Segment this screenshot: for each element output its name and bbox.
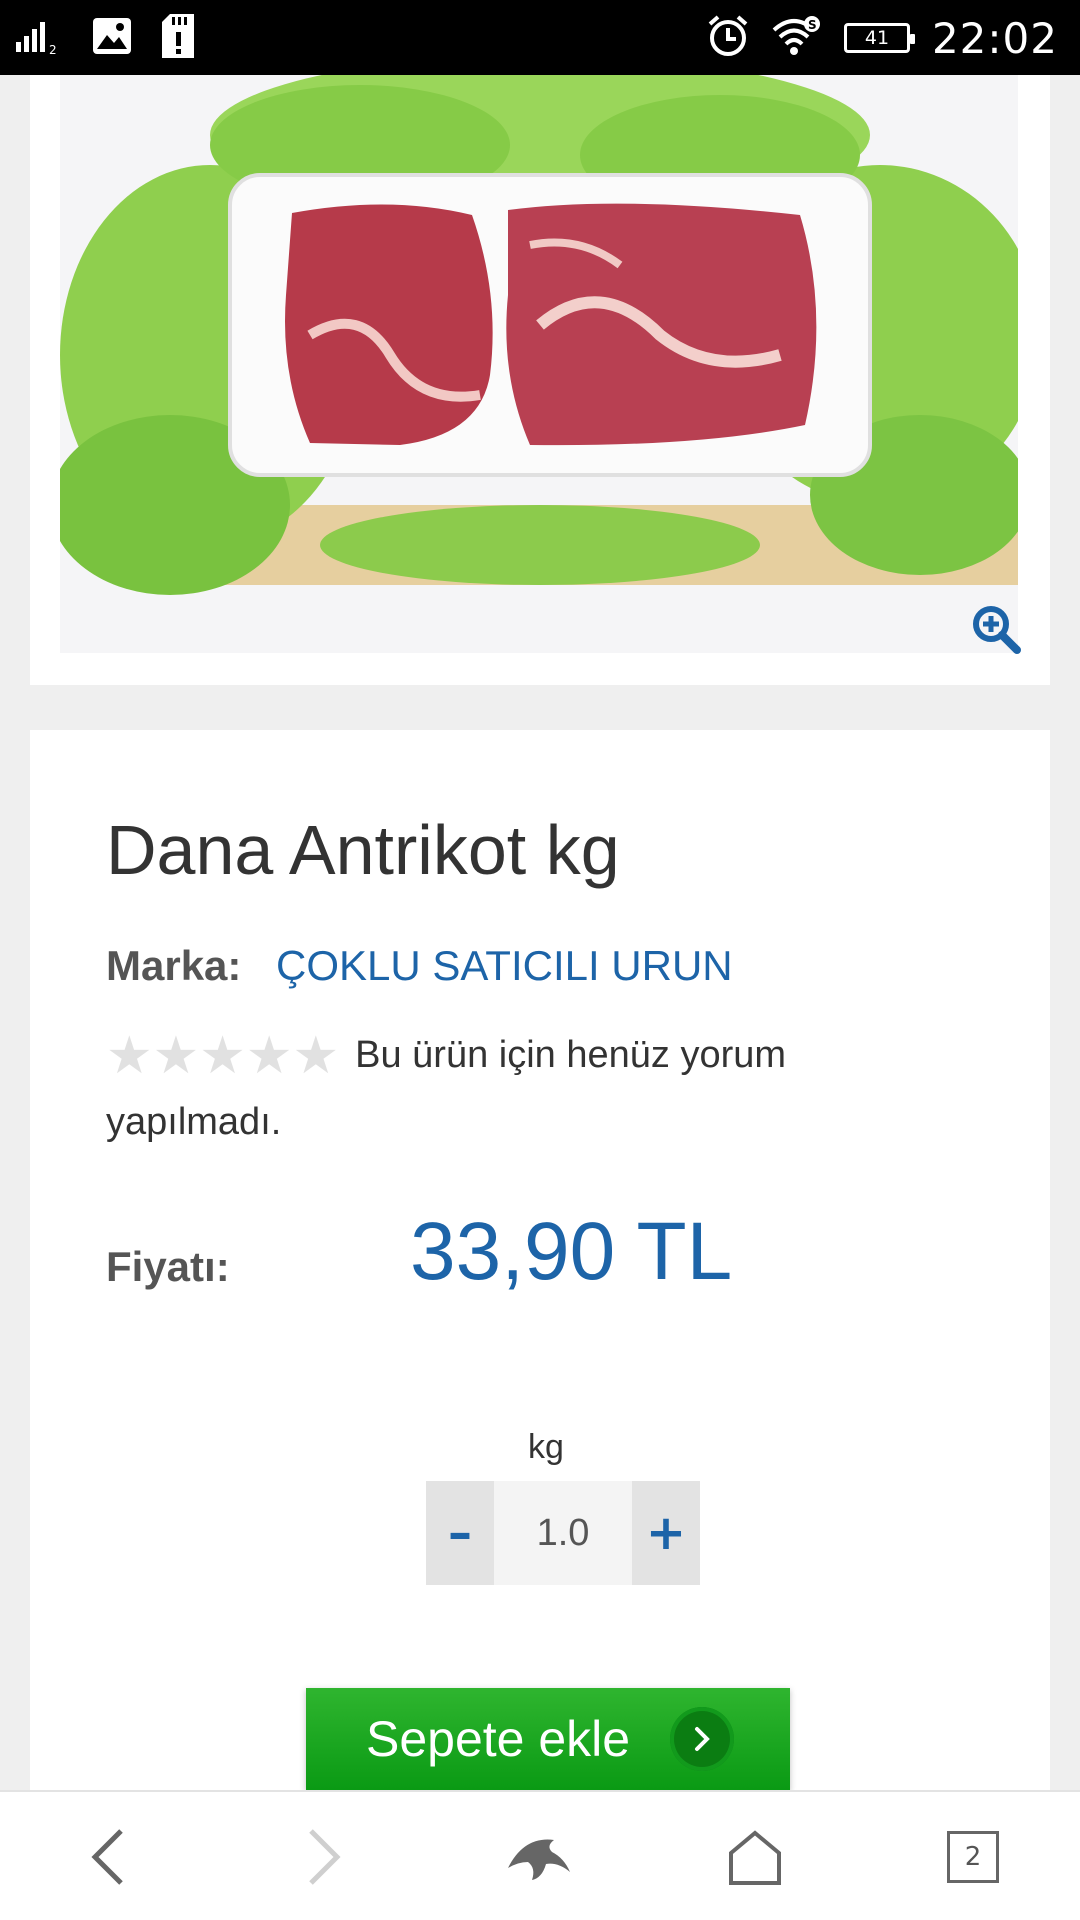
rating-row: ★★★★★ Bu ürün için henüz yorum yapılmadı… xyxy=(106,1022,886,1155)
status-bar: 2 S 41 22:02 xyxy=(0,0,1080,75)
product-title: Dana Antrikot kg xyxy=(106,811,620,889)
increase-button[interactable]: + xyxy=(632,1481,700,1585)
svg-text:S: S xyxy=(808,18,817,32)
tabs-icon[interactable]: 2 xyxy=(938,1822,1008,1892)
product-image[interactable] xyxy=(60,75,1018,653)
forward-icon[interactable] xyxy=(288,1822,358,1892)
signal-icon: 2 xyxy=(16,16,62,60)
tab-count: 2 xyxy=(947,1831,999,1883)
star-icon: ★ xyxy=(245,1027,293,1085)
price-label: Fiyatı: xyxy=(106,1243,230,1290)
rating-stars[interactable]: ★★★★★ xyxy=(106,1023,339,1089)
chevron-right-icon xyxy=(670,1707,734,1771)
home-icon[interactable] xyxy=(720,1822,790,1892)
image-icon xyxy=(92,17,132,59)
star-icon: ★ xyxy=(152,1027,200,1085)
sd-card-icon xyxy=(162,14,194,62)
star-icon: ★ xyxy=(106,1027,153,1085)
star-icon: ★ xyxy=(292,1027,340,1085)
quantity-input[interactable] xyxy=(494,1481,632,1585)
add-to-cart-label: Sepete ekle xyxy=(366,1711,631,1767)
wifi-icon: S xyxy=(772,16,822,60)
unit-label: kg xyxy=(528,1428,564,1466)
brand-row: Marka: ÇOKLU SATICILI URUN xyxy=(106,942,733,990)
zoom-in-icon[interactable] xyxy=(970,603,1022,655)
alarm-icon xyxy=(706,14,750,62)
brand-label: Marka: xyxy=(106,942,242,989)
quantity-stepper: – + xyxy=(426,1481,700,1585)
add-to-cart-button[interactable]: Sepete ekle xyxy=(306,1688,790,1790)
decrease-button[interactable]: – xyxy=(426,1481,494,1585)
brand-link[interactable]: ÇOKLU SATICILI URUN xyxy=(276,942,733,990)
star-icon: ★ xyxy=(199,1027,246,1085)
product-image-card xyxy=(30,75,1050,685)
dolphin-icon[interactable] xyxy=(504,1822,574,1892)
browser-toolbar: 2 xyxy=(0,1790,1080,1920)
price-value: 33,90 TL xyxy=(410,1206,733,1297)
product-info-card: Dana Antrikot kg Marka: ÇOKLU SATICILI U… xyxy=(30,730,1050,1790)
svg-text:2: 2 xyxy=(49,43,57,56)
price-row: Fiyatı: 33,90 TL xyxy=(106,1205,966,1305)
clock: 22:02 xyxy=(931,13,1058,63)
battery-icon: 41 xyxy=(843,23,915,53)
back-icon[interactable] xyxy=(74,1822,144,1892)
